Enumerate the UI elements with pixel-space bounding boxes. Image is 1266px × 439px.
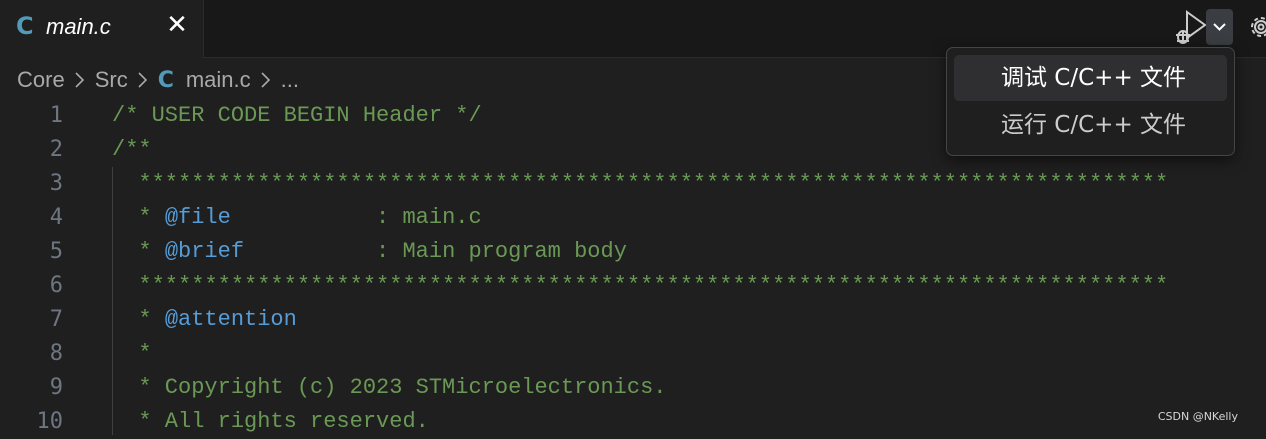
run-options-menu: 调试 C/C++ 文件 运行 C/C++ 文件 [946,47,1235,156]
comment-prefix: * [112,239,165,264]
code-text: * @file : main.c [112,201,482,235]
code-line[interactable]: 5 * @brief : Main program body [0,235,1266,269]
line-number: 3 [49,171,63,196]
code-line[interactable]: 4 * @file : main.c [0,201,1266,235]
chevron-right-icon [261,72,270,88]
run-options-dropdown-button[interactable] [1206,9,1233,45]
code-text: ****************************************… [112,273,1169,298]
line-number: 9 [49,375,63,400]
code-text: * @attention [112,303,297,337]
breadcrumb-symbol-ellipsis[interactable]: ... [281,67,299,93]
chevron-right-icon [75,72,84,88]
breadcrumb-core[interactable]: Core [17,67,65,93]
code-text: * [112,341,152,366]
doc-tag: @file [164,205,231,230]
tab-label: main.c [46,14,111,39]
line-number: 10 [36,409,64,434]
line-number: 5 [49,239,63,264]
line-number: 6 [49,273,63,298]
c-file-icon: C [16,12,34,40]
line-number: 4 [49,205,63,230]
line-number: 2 [49,137,63,162]
comment-text: : Main program body [244,239,627,264]
breadcrumb-file[interactable]: main.c [186,67,251,93]
menu-item-debug-c-cpp-file[interactable]: 调试 C/C++ 文件 [954,55,1227,101]
code-text: * All rights reserved. [112,409,429,434]
code-line[interactable]: 3 **************************************… [0,167,1266,201]
gear-icon[interactable] [1246,12,1266,42]
code-line[interactable]: 9 * Copyright (c) 2023 STMicroelectronic… [0,371,1266,405]
comment-prefix: * [112,205,165,230]
run-debug-icon[interactable] [1172,8,1208,46]
code-line[interactable]: 8 * [0,337,1266,371]
code-text: ****************************************… [112,171,1169,196]
code-line[interactable]: 6 **************************************… [0,269,1266,303]
menu-item-run-c-cpp-file[interactable]: 运行 C/C++ 文件 [954,102,1227,148]
code-line[interactable]: 10 * All rights reserved. [0,405,1266,439]
chevron-down-icon [1213,23,1226,31]
watermark: CSDN @NKelly [1157,410,1238,423]
line-number: 1 [49,103,63,128]
line-number: 7 [49,307,63,332]
breadcrumb: Core Src C main.c ... [17,66,299,94]
code-text: * @brief : Main program body [112,235,627,269]
line-number: 8 [49,341,63,366]
doc-tag: @brief [164,239,245,264]
doc-tag: @attention [164,307,297,332]
chevron-right-icon [138,72,147,88]
tab-main-c[interactable]: C main.c ✕ [0,0,204,58]
breadcrumb-src[interactable]: Src [95,67,128,93]
close-icon[interactable]: ✕ [162,10,192,40]
c-file-icon: C [157,67,174,93]
code-text: /* USER CODE BEGIN Header */ [112,103,482,128]
code-text: * Copyright (c) 2023 STMicroelectronics. [112,375,667,400]
code-line[interactable]: 7 * @attention [0,303,1266,337]
code-text: /** [112,137,152,162]
comment-text: : main.c [230,205,482,230]
comment-prefix: * [112,307,165,332]
